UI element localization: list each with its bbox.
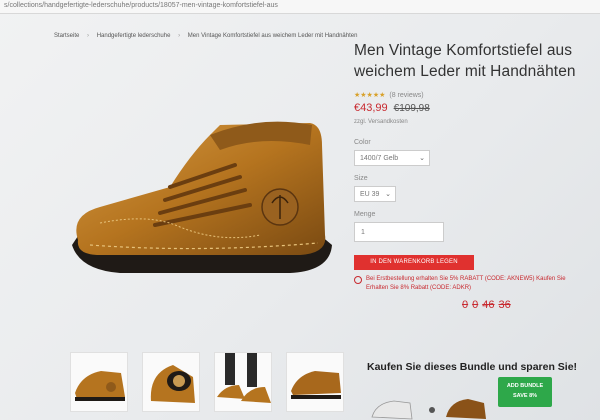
countdown-hours: 0 bbox=[472, 299, 479, 311]
size-select[interactable]: EU 39 ⌄ bbox=[354, 186, 396, 202]
color-select-value: 1400/7 Gelb bbox=[360, 155, 399, 162]
countdown-seconds: 36 bbox=[498, 299, 511, 311]
countdown-timer: 0 0 46 36 bbox=[462, 299, 594, 311]
sale-price: €43,99 bbox=[354, 102, 388, 114]
browser-viewport: s/collections/handgefertigte-lederschuhe… bbox=[0, 0, 600, 420]
review-count[interactable]: (8 reviews) bbox=[389, 92, 423, 99]
bundle-heading: Kaufen Sie dieses Bundle und sparen Sie! bbox=[367, 361, 578, 373]
original-price: €109,98 bbox=[393, 103, 430, 114]
thumbnail-3[interactable] bbox=[214, 352, 272, 412]
bundle-items bbox=[370, 393, 490, 420]
thumbnail-1[interactable] bbox=[70, 352, 128, 412]
add-bundle-button[interactable]: ADD BUNDLE SAVE 8% bbox=[498, 377, 552, 407]
thumbnail-strip bbox=[70, 352, 360, 420]
product-title: Men Vintage Komfortstiefel aus weichem L… bbox=[354, 42, 576, 80]
price-row: €43,99 €109,98 bbox=[354, 102, 594, 114]
countdown-days: 0 bbox=[462, 299, 469, 311]
add-to-cart-button[interactable]: IN DEN WARENKORB LEGEN bbox=[354, 255, 474, 270]
star-rating-icon: ★★★★★ bbox=[354, 92, 386, 99]
breadcrumb: Startseite › Handgefertigte lederschuhe … bbox=[54, 33, 363, 39]
color-select[interactable]: 1400/7 Gelb ⌄ bbox=[354, 150, 430, 166]
promo-line-1: Bei Erstbestellung erhalten Sie 5% RABAT… bbox=[366, 276, 566, 282]
bundle-save-label: SAVE 8% bbox=[512, 393, 538, 399]
color-label: Color bbox=[354, 139, 371, 146]
product-info-panel: Men Vintage Komfortstiefel aus weichem L… bbox=[354, 40, 594, 311]
quantity-value: 1 bbox=[361, 229, 365, 236]
chevron-down-icon: ⌄ bbox=[385, 191, 391, 198]
breadcrumb-separator: › bbox=[178, 33, 181, 39]
breadcrumb-current: Men Vintage Komfortstiefel aus weichem L… bbox=[187, 33, 358, 39]
clock-icon bbox=[354, 276, 362, 284]
thumbnail-2[interactable] bbox=[142, 352, 200, 412]
breadcrumb-collection[interactable]: Handgefertigte lederschuhe bbox=[97, 33, 171, 39]
address-bar[interactable]: s/collections/handgefertigte-lederschuhe… bbox=[0, 0, 600, 14]
size-select-value: EU 39 bbox=[360, 191, 380, 198]
add-bundle-label: ADD BUNDLE bbox=[506, 383, 544, 389]
promo-line-2: Erhalten Sie 8% Rabatt (CODE: ADKR) bbox=[366, 285, 472, 291]
shipping-note[interactable]: zzgl. Versandkosten bbox=[354, 119, 594, 125]
thumbnail-4[interactable] bbox=[286, 352, 344, 412]
quantity-label: Menge bbox=[354, 211, 376, 218]
rating-row[interactable]: ★★★★★ (8 reviews) bbox=[354, 91, 594, 100]
quantity-input[interactable]: 1 bbox=[354, 222, 444, 242]
breadcrumb-separator: › bbox=[87, 33, 90, 39]
product-main-image[interactable] bbox=[60, 95, 350, 295]
countdown-minutes: 46 bbox=[482, 299, 495, 311]
url-text: s/collections/handgefertigte-lederschuhe… bbox=[4, 2, 278, 9]
promo-message: Bei Erstbestellung erhalten Sie 5% RABAT… bbox=[354, 275, 594, 293]
breadcrumb-home[interactable]: Startseite bbox=[54, 33, 79, 39]
size-label: Size bbox=[354, 175, 368, 182]
chevron-down-icon: ⌄ bbox=[419, 155, 425, 162]
